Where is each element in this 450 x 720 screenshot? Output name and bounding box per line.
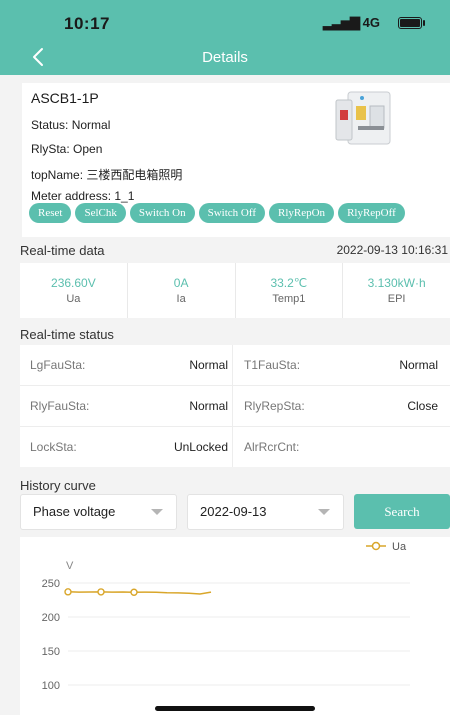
caret-down-icon <box>318 509 330 515</box>
realtime-status-title: Real-time status <box>20 327 114 342</box>
circuit-breaker-image <box>335 91 391 145</box>
history-chart-svg: V 250 200 150 100 Ua <box>42 541 410 692</box>
search-button[interactable]: Search <box>354 494 450 529</box>
status-label: LockSta: <box>30 440 77 454</box>
y-tick-label: 100 <box>42 680 60 692</box>
status-row: RlyFauSta: Normal RlyRepSta: Close <box>20 386 450 427</box>
status-label: RlyRepSta: <box>244 399 305 413</box>
status-value: Normal <box>189 399 228 413</box>
signal-icon: ▂▃▅▇ <box>323 15 360 30</box>
rly-rep-on-button[interactable]: RlyRepOn <box>269 203 335 223</box>
network-type: 4G <box>362 15 380 30</box>
y-axis-label: V <box>66 560 74 572</box>
realtime-item-ua: 236.60V Ua <box>20 263 128 318</box>
reset-button[interactable]: Reset <box>29 203 72 223</box>
battery-icon <box>398 17 425 29</box>
y-tick-label: 250 <box>42 578 60 590</box>
realtime-data-title: Real-time data <box>20 243 105 258</box>
legend-label: Ua <box>392 541 407 553</box>
data-point <box>97 588 105 596</box>
realtime-label: EPI <box>387 293 406 305</box>
realtime-data-header: Real-time data 2022-09-13 10:16:31 <box>20 243 450 258</box>
meter-address: Meter address: 1_1 <box>31 189 135 203</box>
switch-on-button[interactable]: Switch On <box>129 203 195 223</box>
status-label: AlrRcrCnt: <box>244 440 300 454</box>
y-tick-label: 150 <box>42 646 60 658</box>
date-select[interactable]: 2022-09-13 <box>187 494 344 530</box>
status-time: 10:17 <box>64 14 110 33</box>
realtime-item-ia: 0A Ia <box>128 263 236 318</box>
curve-type-select[interactable]: Phase voltage <box>20 494 177 530</box>
status-value: Normal <box>189 358 228 372</box>
home-indicator <box>155 706 315 711</box>
caret-down-icon <box>151 509 163 515</box>
page-title: Details <box>202 49 248 66</box>
date-value: 2022-09-13 <box>200 504 267 519</box>
realtime-value: 33.2℃ <box>270 276 308 290</box>
status-label: RlyFauSta: <box>30 399 90 413</box>
relay-status: RlySta: Open <box>31 142 103 156</box>
realtime-item-epi: 3.130kW·h EPI <box>343 263 450 318</box>
realtime-status-grid: LgFauSta: Normal T1FauSta: Normal RlyFau… <box>20 345 450 467</box>
legend-marker <box>371 541 381 551</box>
data-point <box>64 588 72 596</box>
status-row: LgFauSta: Normal T1FauSta: Normal <box>20 345 450 386</box>
realtime-timestamp: 2022-09-13 10:16:31 <box>336 243 448 257</box>
data-point <box>130 588 138 596</box>
status-label: T1FauSta: <box>244 358 301 372</box>
device-card: ASCB1-1P Status: Normal RlySta: Open top… <box>22 83 450 237</box>
realtime-item-temp1: 33.2℃ Temp1 <box>236 263 344 318</box>
realtime-label: Ia <box>176 293 186 305</box>
status-label: LgFauSta: <box>30 358 86 372</box>
series-line-ua <box>67 591 212 595</box>
realtime-label: Temp1 <box>272 293 306 305</box>
selchk-button[interactable]: SelChk <box>75 203 126 223</box>
status-value: UnLocked <box>173 440 228 454</box>
realtime-label: Ua <box>66 293 81 305</box>
signal-indicator: ▂▃▅▇ 4G <box>323 15 380 31</box>
realtime-value: 3.130kW·h <box>367 276 426 290</box>
history-chart: V 250 200 150 100 Ua <box>20 537 450 715</box>
rly-rep-off-button[interactable]: RlyRepOff <box>338 203 405 223</box>
realtime-value: 0A <box>173 276 189 290</box>
realtime-data-row: 236.60V Ua 0A Ia 33.2℃ Temp1 3.130kW·h E… <box>20 263 450 318</box>
status-value <box>340 427 438 467</box>
switch-off-button[interactable]: Switch Off <box>198 203 265 223</box>
status-value: Normal <box>399 358 438 372</box>
status-value: Close <box>407 399 438 413</box>
y-tick-label: 200 <box>42 612 60 624</box>
curve-type-value: Phase voltage <box>33 504 116 519</box>
device-status: Status: Normal <box>31 118 111 132</box>
status-bar: 10:17 ▂▃▅▇ 4G <box>0 0 450 40</box>
history-curve-title: History curve <box>20 478 96 493</box>
realtime-value: 236.60V <box>51 276 96 290</box>
app-header: 10:17 ▂▃▅▇ 4G Details <box>0 0 450 75</box>
top-name: topName: 三楼西配电箱照明 <box>31 168 183 182</box>
action-button-row: Reset SelChk Switch On Switch Off RlyRepOn Rl… <box>29 203 450 225</box>
status-row: LockSta: UnLocked AlrRcrCnt: <box>20 427 450 467</box>
device-name: ASCB1-1P <box>31 90 99 106</box>
